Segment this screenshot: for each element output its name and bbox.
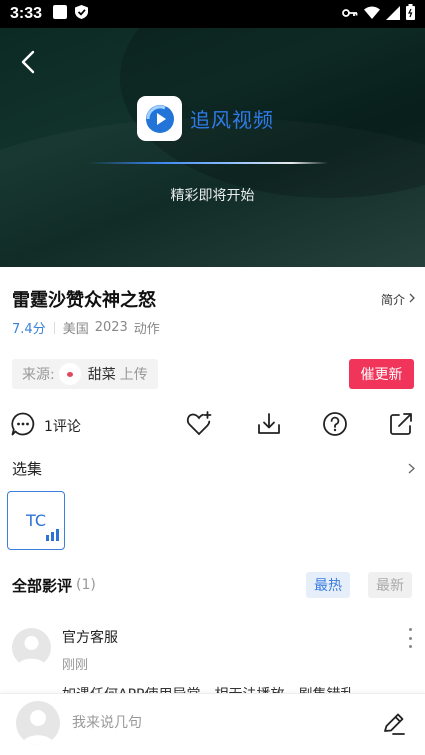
wifi-icon [364,5,380,24]
episodes-header: 选集 [12,458,415,479]
status-time: 3:33 [10,5,43,22]
movie-region: 美国 [62,322,89,337]
chevron-right-icon[interactable] [408,460,415,478]
back-button[interactable] [14,48,42,80]
more-options-icon[interactable] [405,628,415,648]
share-icon [388,411,414,441]
reviews-header: 全部影评 (1) 最热 最新 [12,572,415,598]
intro-link[interactable]: 简介 [381,291,415,308]
intro-label: 简介 [380,292,405,307]
comment-input-bar [0,693,425,755]
help-icon [322,411,348,441]
sort-hot-button[interactable]: 最热 [306,572,350,598]
brand-logo-group: 追风视频 [137,96,274,141]
comment-count: 1评论 [44,419,81,435]
chevron-right-icon [409,292,415,306]
comment-button[interactable]: 1评论 [10,410,81,442]
reviews-title: 全部影评 [12,576,73,595]
battery-icon [406,4,415,24]
episodes-title: 选集 [12,460,43,478]
episode-item[interactable]: TC [7,491,65,550]
chevron-left-icon [21,50,35,78]
vpn-key-icon [342,5,358,24]
episode-label: TC [25,511,46,530]
loading-bar [88,162,328,164]
divider [53,321,55,334]
brand-name: 追风视频 [190,108,274,132]
download-icon [256,411,282,441]
request-update-button[interactable]: 催更新 [349,359,414,389]
title-row: 雷霆沙赞众神之怒 简介 [12,286,415,312]
status-bar: 3:33 [0,0,425,28]
avatar [16,701,60,745]
movie-title: 雷霆沙赞众神之怒 [12,290,156,311]
comment-time: 刚刚 [62,658,89,673]
loading-text: 精彩即将开始 [170,188,255,204]
movie-year: 2023 [94,320,128,335]
notification-square-icon [52,4,68,24]
comment-author[interactable]: 官方客服 [62,627,118,647]
uploader-avatar [58,363,81,385]
source-info[interactable]: 来源: 甜菜 上传 [12,359,158,389]
signal-icon [386,5,400,24]
uploader-name: 甜菜 [87,367,116,383]
comment-icon [10,411,36,441]
shield-icon [74,4,89,24]
comment-input[interactable] [72,708,362,738]
help-button[interactable] [322,410,348,442]
source-label: 来源: [22,367,55,383]
movie-score: 7.4分 [12,322,46,337]
edit-icon[interactable] [380,710,408,738]
playing-bars-icon [46,526,59,545]
action-row: 1评论 [10,410,420,442]
movie-genre: 动作 [133,322,160,337]
video-player[interactable]: 追风视频 精彩即将开始 [0,28,425,267]
app-logo-icon [137,96,182,141]
favorite-button[interactable] [186,410,214,442]
reviews-count: (1) [76,577,96,593]
movie-meta: 7.4分 美国 2023 动作 [12,318,160,337]
share-button[interactable] [388,410,414,442]
upload-label: 上传 [119,367,148,383]
favorite-add-icon [186,410,214,442]
comment-item: 官方客服 刚刚 如遇任何APP使用异常、相无法播放、剧集错乱 [12,624,415,694]
download-button[interactable] [256,410,282,442]
sort-new-button[interactable]: 最新 [368,572,412,598]
avatar[interactable] [12,628,51,667]
